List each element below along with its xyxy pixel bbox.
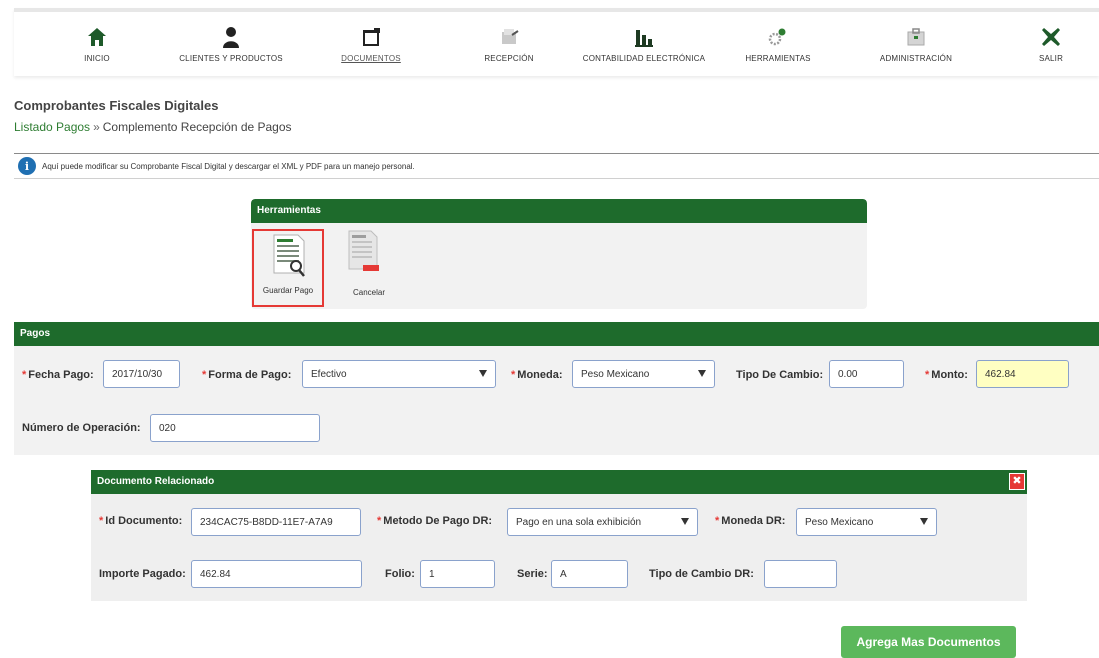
nav-label: RECEPCIÓN [484, 54, 534, 63]
nav-item-contabilidad[interactable]: CONTABILIDAD ELECTRÓNICA [574, 26, 714, 63]
pagos-panel-title: Pagos [14, 322, 1099, 346]
gears-icon [767, 26, 789, 48]
chevron-down-icon [698, 370, 706, 377]
numero-operacion-input[interactable]: 020 [150, 414, 320, 442]
fecha-pago-input[interactable]: 2017/10/30 [103, 360, 180, 388]
cancel-label: Cancelar [352, 288, 385, 297]
breadcrumb-separator: » [93, 120, 100, 134]
briefcase-icon [905, 26, 927, 48]
folio-input[interactable]: 1 [420, 560, 495, 588]
home-icon [86, 26, 108, 48]
id-documento-input[interactable]: 234CAC75-B8DD-11E7-A7A9 [191, 508, 361, 536]
moneda-select[interactable]: Peso Mexicano [572, 360, 715, 388]
bar-chart-icon [633, 26, 655, 48]
tools-panel-title: Herramientas [251, 199, 867, 223]
folio-label: Folio: [385, 568, 415, 580]
breadcrumb-current: Complemento Recepción de Pagos [102, 120, 292, 134]
nav-item-documentos[interactable]: DOCUMENTOS [301, 26, 441, 63]
moneda-dr-value: Peso Mexicano [805, 516, 874, 528]
tipo-cambio-input[interactable]: 0.00 [829, 360, 904, 388]
exit-x-icon [1040, 26, 1062, 48]
person-icon [220, 26, 242, 48]
inbox-icon [498, 26, 520, 48]
tipo-cambio-dr-label: Tipo de Cambio DR: [649, 568, 754, 580]
cancel-button[interactable]: Cancelar [333, 229, 405, 307]
tipo-cambio-label: Tipo De Cambio: [736, 369, 824, 381]
nav-item-recepcion[interactable]: RECEPCIÓN [439, 26, 579, 63]
moneda-value: Peso Mexicano [581, 368, 650, 380]
metodo-pago-dr-value: Pago en una sola exhibición [516, 516, 642, 528]
info-icon: i [18, 157, 36, 175]
chevron-down-icon [681, 518, 689, 525]
serie-input[interactable]: A [551, 560, 628, 588]
nav-item-clientes[interactable]: CLIENTES Y PRODUCTOS [161, 26, 301, 63]
folder-icon [360, 26, 382, 48]
nav-label: CONTABILIDAD ELECTRÓNICA [582, 54, 706, 63]
close-panel-button[interactable]: ✖ [1009, 473, 1025, 490]
nav-label: ADMINISTRACIÓN [879, 54, 953, 63]
id-documento-label: * Id Documento: [99, 515, 183, 527]
importe-pagado-label: Importe Pagado: [99, 568, 186, 580]
monto-input[interactable]: 462.84 [976, 360, 1069, 388]
documento-relacionado-panel: Documento Relacionado ✖ * Id Documento: 2… [91, 470, 1027, 601]
monto-label: * Monto: [925, 369, 968, 381]
metodo-pago-dr-label: * Metodo De Pago DR: [377, 515, 493, 527]
moneda-dr-label: * Moneda DR: [715, 515, 786, 527]
nav-item-inicio[interactable]: INICIO [27, 26, 167, 63]
documento-relacionado-title: Documento Relacionado [91, 470, 1027, 494]
save-payment-button[interactable]: Guardar Pago [252, 229, 324, 307]
metodo-pago-dr-select[interactable]: Pago en una sola exhibición [507, 508, 698, 536]
nav-label: DOCUMENTOS [341, 54, 401, 63]
tools-panel: Herramientas Guardar Pago Cancelar [251, 199, 867, 309]
moneda-dr-select[interactable]: Peso Mexicano [796, 508, 937, 536]
nav-label: SALIR [1038, 54, 1064, 63]
info-bar: i Aquí puede modificar su Comprobante Fi… [14, 153, 1099, 179]
serie-label: Serie: [517, 568, 548, 580]
numero-operacion-label: Número de Operación: [22, 422, 141, 434]
nav-label: INICIO [84, 54, 110, 63]
top-navigation: INICIO CLIENTES Y PRODUCTOS DOCUMENTOS R… [14, 8, 1099, 76]
moneda-label: * Moneda: [511, 369, 563, 381]
forma-pago-label: * Forma de Pago: [202, 369, 292, 381]
forma-pago-value: Efectivo [311, 368, 347, 380]
pagos-panel: Pagos * Fecha Pago: 2017/10/30 * Forma de … [14, 322, 1099, 455]
importe-pagado-input[interactable]: 462.84 [191, 560, 362, 588]
nav-item-salir[interactable]: SALIR [981, 26, 1099, 63]
add-more-documents-button[interactable]: Agrega Mas Documentos [841, 626, 1016, 658]
nav-item-herramientas[interactable]: HERRAMIENTAS [708, 26, 848, 63]
breadcrumb: Listado Pagos» Complemento Recepción de P… [14, 120, 292, 134]
chevron-down-icon [920, 518, 928, 525]
forma-pago-select[interactable]: Efectivo [302, 360, 496, 388]
page-title: Comprobantes Fiscales Digitales [14, 98, 219, 113]
save-payment-label: Guardar Pago [262, 286, 314, 295]
tipo-cambio-dr-input[interactable] [764, 560, 837, 588]
fecha-pago-label: * Fecha Pago: [22, 369, 94, 381]
breadcrumb-link[interactable]: Listado Pagos [14, 120, 90, 134]
nav-label: HERRAMIENTAS [745, 54, 811, 63]
chevron-down-icon [479, 370, 487, 377]
info-text: Aquí puede modificar su Comprobante Fisc… [42, 161, 415, 171]
nav-item-administracion[interactable]: ADMINISTRACIÓN [846, 26, 986, 63]
nav-label: CLIENTES Y PRODUCTOS [179, 54, 283, 63]
